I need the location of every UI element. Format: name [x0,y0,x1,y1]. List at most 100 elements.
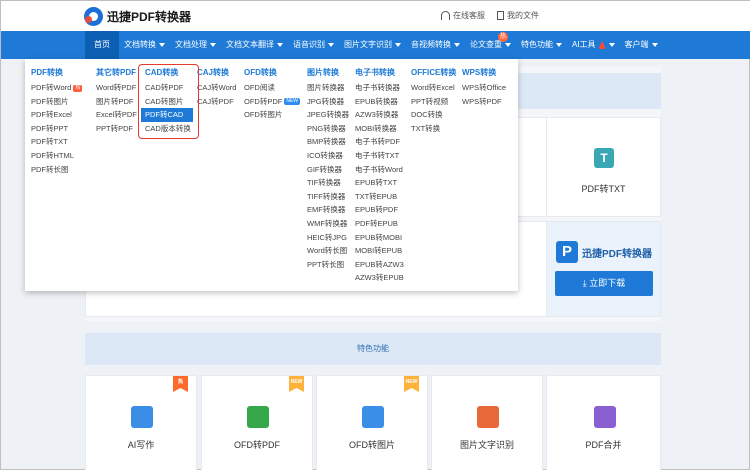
feature-card[interactable]: OFD转图片 NEW [316,375,428,470]
app-logo[interactable]: 迅捷PDF转换器 [84,4,191,28]
caret-down-icon [159,42,165,47]
dropdown-item[interactable]: Word转Excel [411,81,456,95]
dropdown-item[interactable]: 电子书转Word [355,163,404,177]
dropdown-item[interactable]: EPUB转AZW3 [355,258,404,272]
dropdown-item[interactable]: 电子书转换器 [355,81,404,95]
dropdown-item[interactable]: TIF转换器 [307,176,349,190]
dropdown-item-label: AZW3转EPUB [355,273,404,283]
dropdown-item-label: OFD阅读 [244,83,275,92]
dropdown-item-label: PDF转Excel [31,110,72,120]
dropdown-item[interactable]: JPEG转换器 [307,108,349,122]
flame-icon [598,40,606,49]
dropdown-item[interactable]: ICO转换器 [307,149,349,163]
dropdown-item[interactable]: DOC转换 [411,108,456,122]
new-corner-badge: NEW [404,376,419,392]
dropdown-item[interactable]: MOBI转换器 [355,122,404,136]
dropdown-item[interactable]: HEIC转JPG [307,231,349,245]
dropdown-item[interactable]: AZW3转换器 [355,108,404,122]
dropdown-item-label: OFD转图片 [244,110,283,120]
hot-corner-badge: 热 [173,376,188,392]
dropdown-item[interactable]: 图片转PDF [96,95,137,109]
online-service-link[interactable]: 在线客服 [441,10,485,21]
dropdown-item[interactable]: PDF转Word 热 [31,81,83,95]
dropdown-item[interactable]: PDF转HTML [31,149,82,163]
dropdown-item[interactable]: Excel转PDF [96,108,137,122]
dropdown-item-label: CAJ转Word [197,83,237,92]
dropdown-item[interactable]: PDF转EPUB [355,217,404,231]
dropdown-item[interactable]: PNG转换器 [307,122,349,136]
feature-card[interactable]: 图片文字识别 [431,375,543,470]
nav-item-6[interactable]: 音视频转换 [406,31,465,59]
dropdown-item[interactable]: TXT转EPUB [355,190,404,204]
dropdown-item[interactable]: 图片转换器 [307,81,349,95]
scan-icon [477,406,499,428]
dropdown-item[interactable]: JPG转换器 [307,95,349,109]
highlight-box [138,64,199,139]
dropdown-item[interactable]: MOBI转EPUB [355,244,404,258]
dropdown-item[interactable]: PPT转PDF [96,122,137,136]
dropdown-item[interactable]: CAJ转PDF [197,95,236,109]
dropdown-item[interactable]: EPUB转换器 [355,95,404,109]
dropdown-item-label: 电子书转换器 [355,83,400,92]
dropdown-item[interactable]: PDF转TXT [31,135,82,149]
column-title: OFD转换 [244,68,277,77]
dropdown-item[interactable]: 电子书转PDF [355,135,404,149]
top-links: 在线客服 我的文件 [441,10,539,21]
nav-item-1[interactable]: 文档转换 [119,31,170,59]
nav-item-4[interactable]: 语音识别 [288,31,339,59]
dropdown-item-label: PPT转长图 [307,259,345,269]
dropdown-item[interactable]: WPS转PDF [462,95,506,109]
dropdown-item[interactable]: PDF转PPT [31,122,82,136]
dropdown-item[interactable]: PDF转Excel [31,108,82,122]
nav-label: 文档处理 [175,40,207,49]
tile-pdf-to-txt[interactable]: T PDF转TXT [546,117,661,217]
dropdown-item[interactable]: 电子书转TXT [355,149,404,163]
feature-card[interactable]: PDF合并 [546,375,661,470]
caret-down-icon [505,42,511,47]
dropdown-item-label: EPUB转换器 [355,96,398,106]
nav-item-5[interactable]: 图片文字识别 [339,31,406,59]
top-header: 迅捷PDF转换器 在线客服 我的文件 [1,1,750,31]
dropdown-item[interactable]: EPUB转TXT [355,176,404,190]
dropdown-item[interactable]: AZW3转EPUB [355,271,404,285]
nav-item-7[interactable]: 论文查重热 [465,31,516,59]
feature-section-title: 特色功能 [85,333,661,365]
dropdown-item[interactable]: Word转长图 [307,244,349,258]
nav-item-10[interactable]: 客户端 [620,31,663,59]
dropdown-item[interactable]: OFD转图片 [244,108,300,122]
feature-card[interactable]: OFD转PDF NEW [201,375,313,470]
new-corner-badge: NEW [289,376,304,392]
file-icon [497,11,504,20]
dropdown-item[interactable]: WPS转Office [462,81,506,95]
dropdown-item[interactable]: BMP转换器 [307,135,349,149]
dropdown-column-5: 图片转换 图片转换器 JPG转换器 JPEG转换器 PNG转换器 BMP转换器 ICO转换器… [307,67,349,271]
feature-card[interactable]: AI写作 热 [85,375,197,470]
dropdown-item[interactable]: TIFF转换器 [307,190,349,204]
dropdown-item-label: Word转Excel [411,83,455,92]
dropdown-item[interactable]: CAJ转Word [197,81,236,95]
dropdown-item[interactable]: OFD转PDF NEW [244,95,301,109]
dropdown-item[interactable]: PDF转长图 [31,163,82,177]
main-nav: 首页 文档转换 文档处理 文档文本翻译 语音识别 图片文字识别 音视频转换 论文查重热特色功能… [1,31,750,59]
dropdown-item[interactable]: EMF转换器 [307,203,349,217]
nav-item-9[interactable]: AI工具 [567,31,620,59]
dropdown-item[interactable]: Word转PDF [96,81,137,95]
feature-label: OFD转图片 [349,440,395,450]
my-files-link[interactable]: 我的文件 [497,10,539,21]
nav-item-8[interactable]: 特色功能 [516,31,567,59]
nav-item-0[interactable]: 首页 [85,31,119,59]
dropdown-item[interactable]: PPT转长图 [307,258,349,272]
nav-item-3[interactable]: 文档文本翻译 [221,31,288,59]
dropdown-item[interactable]: GIF转换器 [307,163,349,177]
dropdown-item[interactable]: PPT转视频 [411,95,456,109]
dropdown-item[interactable]: WMF转换器 [307,217,349,231]
dropdown-item-label: 电子书转Word [355,164,403,174]
dropdown-item[interactable]: PDF转图片 [31,95,82,109]
dropdown-item[interactable]: OFD阅读 [244,81,300,95]
dropdown-item[interactable]: TXT转换 [411,122,456,136]
download-button[interactable]: ⤓ 立即下载 [555,271,653,296]
dropdown-item[interactable]: EPUB转PDF [355,203,404,217]
dropdown-item[interactable]: EPUB转MOBI [355,231,404,245]
nav-item-2[interactable]: 文档处理 [170,31,221,59]
feature-label: PDF合并 [585,440,622,450]
